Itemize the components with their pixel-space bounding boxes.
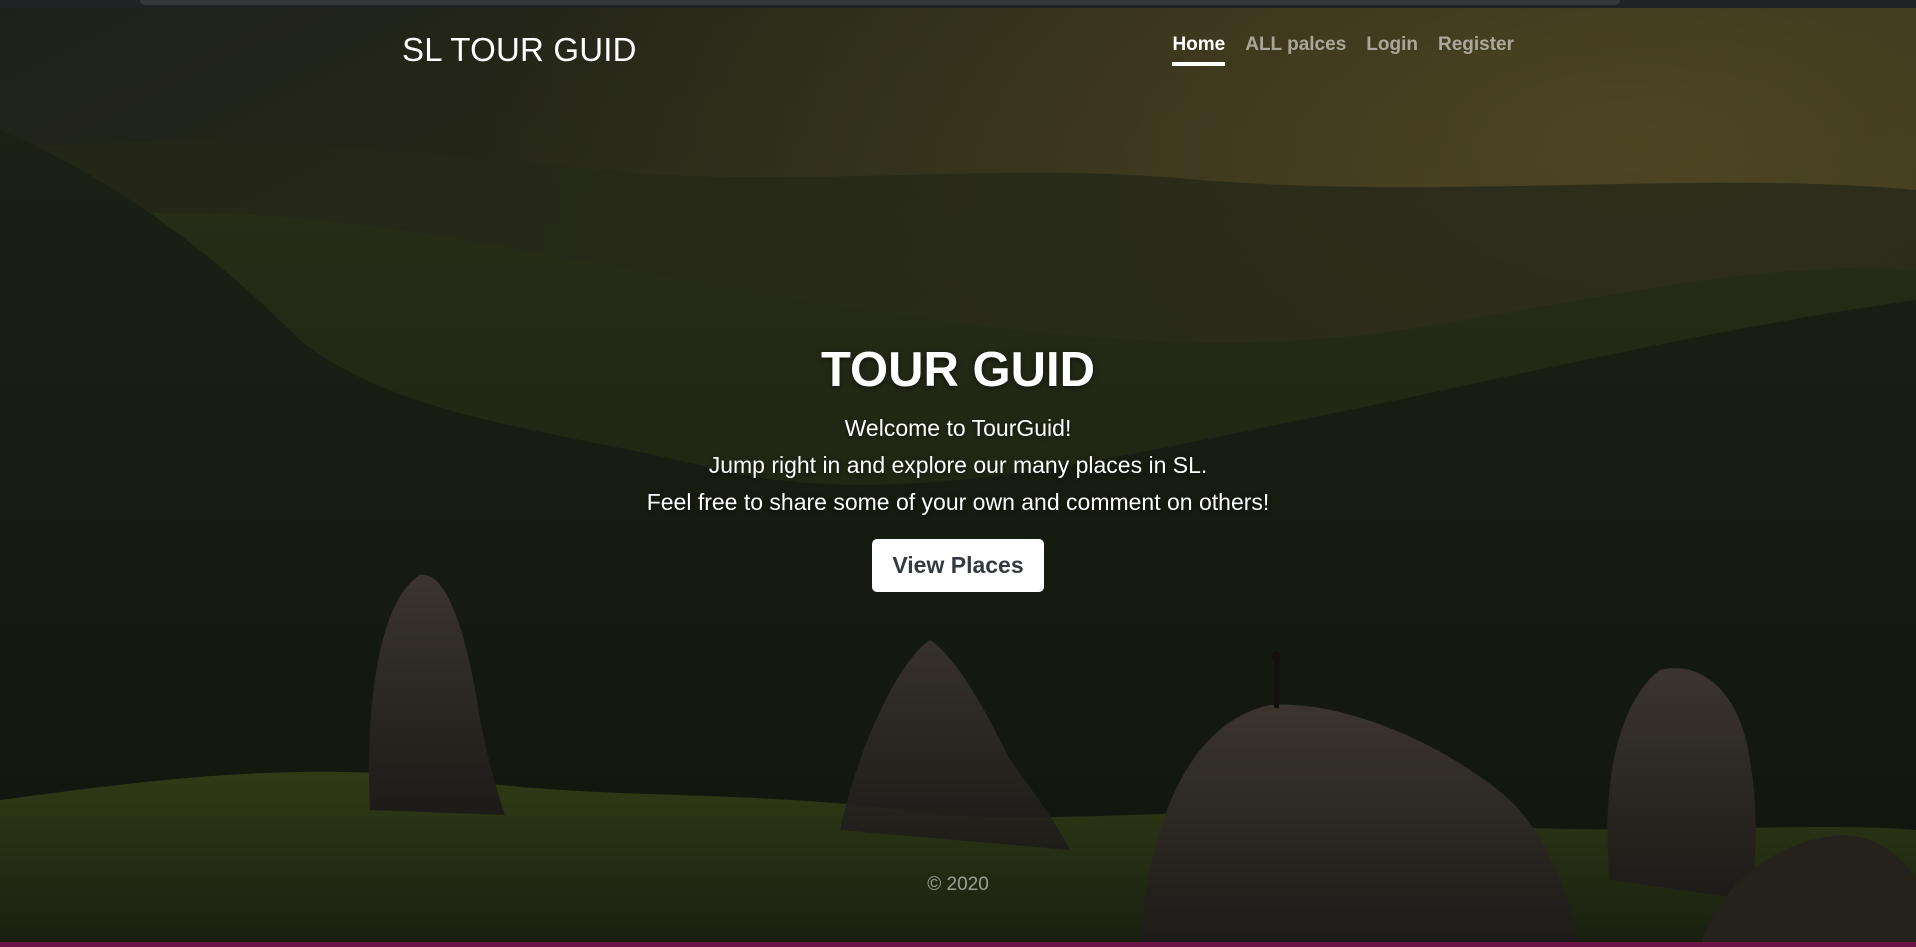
hero-explore-line: Jump right in and explore our many place…	[708, 452, 1208, 478]
hero-share-line: Feel free to share some of your own and …	[646, 489, 1270, 515]
view-places-button[interactable]: View Places	[872, 539, 1044, 592]
footer: © 2020	[0, 874, 1916, 896]
bottom-accent-bar	[0, 942, 1916, 947]
nav-link-home[interactable]: Home	[1172, 34, 1226, 66]
main-nav: Home ALL palces Login Register	[1172, 34, 1514, 66]
nav-link-login[interactable]: Login	[1366, 34, 1418, 66]
nav-link-all-places[interactable]: ALL palces	[1245, 34, 1346, 66]
hero-title: TOUR GUID	[820, 343, 1096, 397]
brand-logo-text[interactable]: SL TOUR GUID	[402, 31, 637, 69]
navbar: SL TOUR GUID Home ALL palces Login Regis…	[402, 22, 1514, 78]
browser-top-strip	[0, 0, 1916, 8]
copyright-text: © 2020	[927, 874, 989, 895]
browser-url-bar	[140, 0, 1620, 5]
hero-section: TOUR GUID Welcome to TourGuid! Jump righ…	[0, 342, 1916, 592]
nav-link-register[interactable]: Register	[1438, 34, 1514, 66]
page: SL TOUR GUID Home ALL palces Login Regis…	[0, 0, 1916, 947]
hero-welcome-line: Welcome to TourGuid!	[844, 415, 1072, 441]
